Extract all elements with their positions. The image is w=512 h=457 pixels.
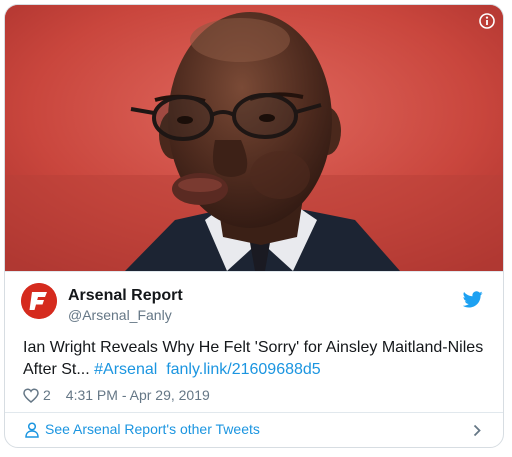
tweet-text: Ian Wright Reveals Why He Felt 'Sorry' f… [23, 337, 485, 381]
like-count[interactable]: 2 [43, 387, 51, 403]
tweet-meta: 2 4:31 PM - Apr 29, 2019 [23, 386, 210, 404]
twitter-bird-icon[interactable] [463, 291, 483, 308]
tweet-header: Arsenal Report @Arsenal_Fanly [21, 283, 487, 327]
author-name[interactable]: Arsenal Report [68, 287, 183, 305]
article-link[interactable]: fanly.link/21609688d5 [166, 361, 321, 378]
see-other-tweets-label: See Arsenal Report's other Tweets [45, 421, 260, 437]
chevron-right-icon [473, 424, 481, 437]
heart-icon[interactable] [23, 387, 39, 403]
tweet-timestamp[interactable]: 4:31 PM - Apr 29, 2019 [66, 387, 210, 403]
embedded-tweet-card: Arsenal Report @Arsenal_Fanly Ian Wright… [4, 4, 504, 448]
person-icon [25, 422, 39, 438]
hashtag-link[interactable]: #Arsenal [94, 361, 157, 378]
media-divider [5, 271, 503, 272]
author-handle[interactable]: @Arsenal_Fanly [68, 307, 172, 323]
photo-man-with-glasses [5, 5, 503, 271]
tweet-media-photo[interactable] [5, 5, 503, 271]
avatar[interactable] [21, 283, 57, 319]
info-icon[interactable] [479, 13, 495, 29]
fanly-f-logo [21, 283, 57, 319]
see-other-tweets-button[interactable]: See Arsenal Report's other Tweets [5, 413, 503, 447]
